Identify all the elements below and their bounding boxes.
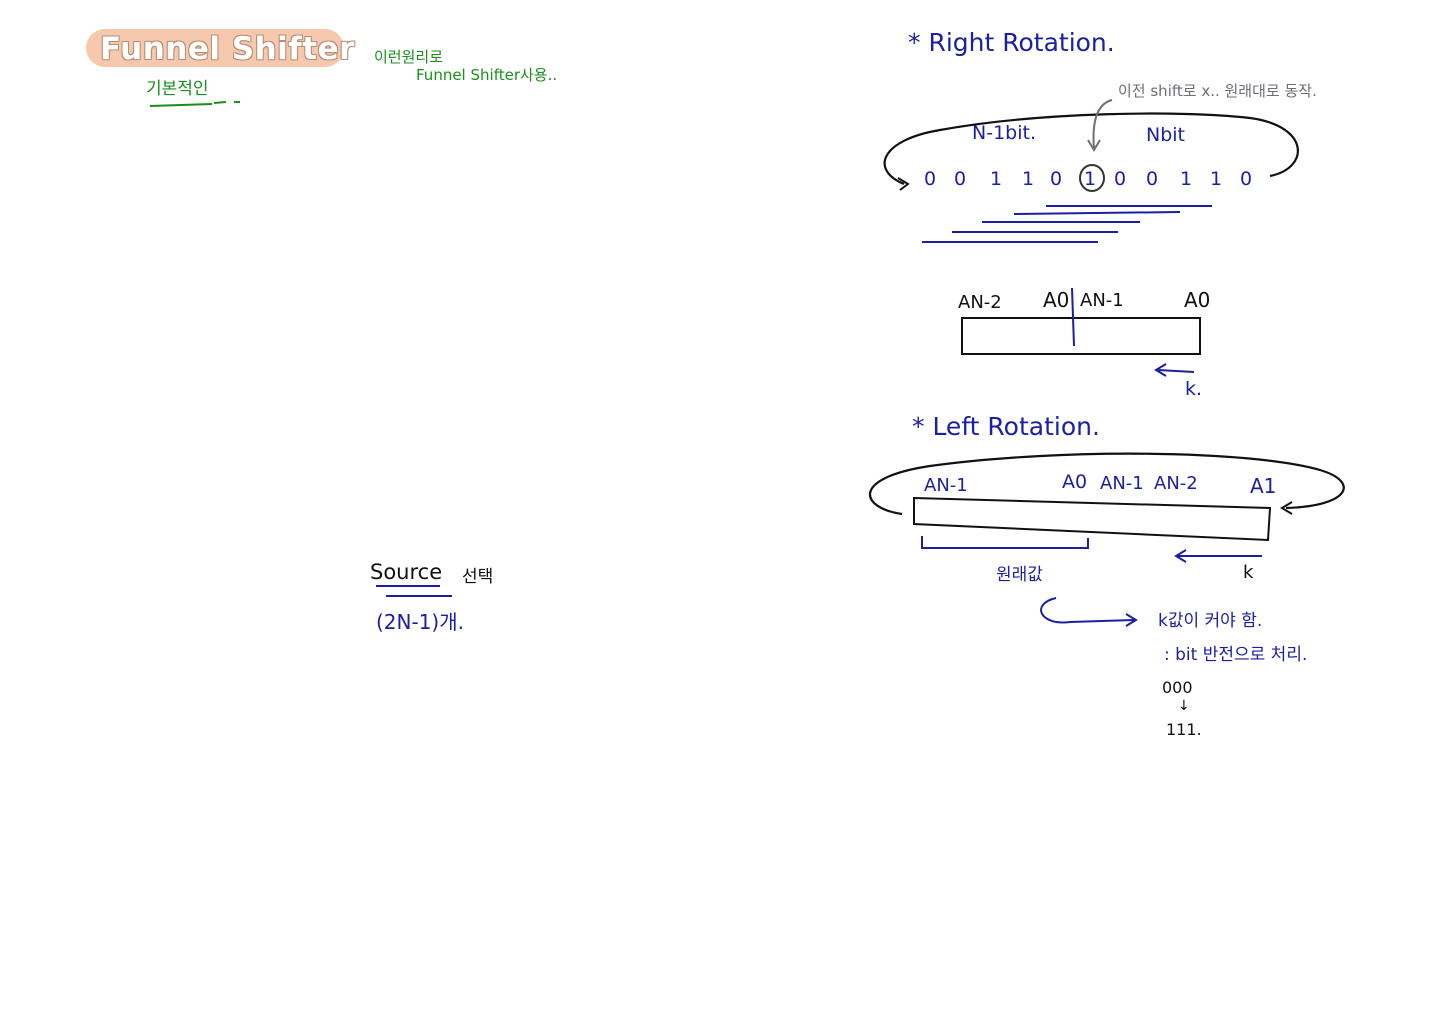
lr-rotation-loop — [868, 452, 1345, 516]
rr-rotation-loop — [883, 112, 1299, 186]
rr-k-arrow — [1154, 363, 1195, 377]
circled-bit — [1079, 164, 1105, 192]
annotation-strokes — [149, 99, 1345, 627]
green-underline — [149, 101, 240, 107]
source-underline — [376, 585, 452, 597]
lr-register-box — [913, 496, 1272, 542]
rr-register-box — [961, 317, 1201, 355]
rr-box-divider — [1071, 287, 1075, 347]
shift-window-lines — [922, 205, 1212, 243]
lr-k-arrow — [1174, 549, 1262, 563]
gray-pointer-arrow — [1087, 99, 1113, 152]
lr-bracket — [921, 536, 1089, 549]
lr-curved-arrow — [1040, 597, 1138, 627]
